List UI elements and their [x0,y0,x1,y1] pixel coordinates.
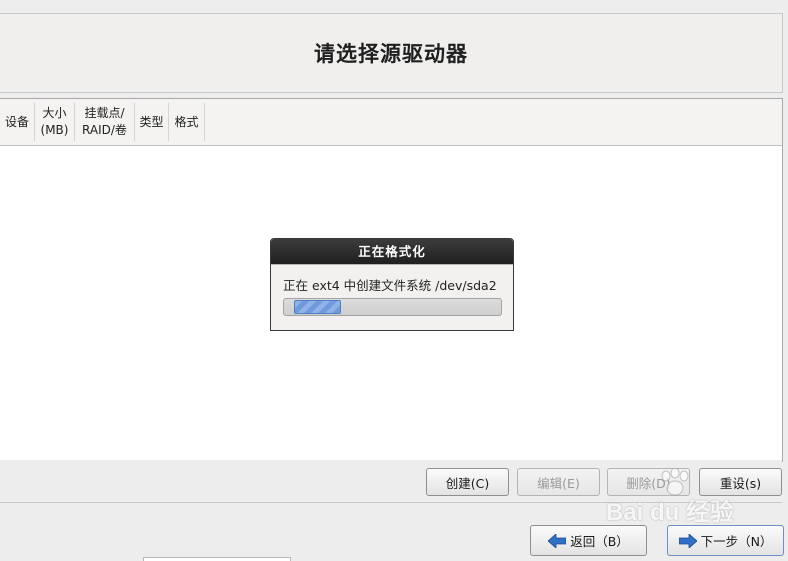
column-header-mountpoint[interactable]: 挂载点/ RAID/卷 [75,103,135,141]
header-panel: 请选择源驱动器 [0,13,783,93]
column-header-device[interactable]: 设备 [0,103,35,141]
column-header-device-label: 设备 [4,114,29,129]
column-header-format[interactable]: 格式 [169,103,205,141]
create-button[interactable]: 创建(C) [426,468,509,496]
action-bar: 创建(C) 编辑(E) 删除(D) 重设(s) [0,460,782,503]
next-button-label: 下一步（N） [700,534,773,549]
progress-bar [283,298,502,316]
back-button[interactable]: 返回（B） [530,525,647,556]
arrow-left-icon [547,532,567,549]
delete-button-label: 删除(D) [626,475,671,491]
column-header-type[interactable]: 类型 [135,103,169,141]
page-title: 请选择源驱动器 [314,42,468,66]
reset-button-label: 重设(s) [719,475,762,491]
navigation-bar: 返回（B） 下一步（N） [0,503,788,561]
edit-button[interactable]: 编辑(E) [517,468,600,496]
create-button-label: 创建(C) [445,475,490,491]
progress-fill [294,300,341,314]
column-header-size[interactable]: 大小 (MB) [35,103,75,141]
dialog-message: 正在 ext4 中创建文件系统 /dev/sda2 [283,278,497,293]
column-header-format-label: 格式 [174,114,199,129]
bottom-tab-stub [143,557,291,561]
reset-button[interactable]: 重设(s) [699,468,782,496]
dialog-body: 正在 ext4 中创建文件系统 /dev/sda2 [271,264,513,330]
column-header-mountpoint-label: 挂载点/ RAID/卷 [82,106,127,137]
back-button-label: 返回（B） [570,534,629,549]
arrow-right-icon [678,532,698,549]
column-header-size-label: 大小 (MB) [40,106,69,137]
edit-button-label: 编辑(E) [537,475,580,491]
table-header-row: 设备 大小 (MB) 挂载点/ RAID/卷 类型 格式 [0,99,782,146]
formatting-dialog: 正在格式化 正在 ext4 中创建文件系统 /dev/sda2 [270,238,514,331]
dialog-title: 正在格式化 [271,239,513,264]
delete-button[interactable]: 删除(D) [607,468,690,496]
installer-window: 请选择源驱动器 设备 大小 (MB) 挂载点/ RAID/卷 类型 格式 正在格… [0,0,788,561]
next-button[interactable]: 下一步（N） [667,525,784,556]
column-header-type-label: 类型 [139,114,164,129]
